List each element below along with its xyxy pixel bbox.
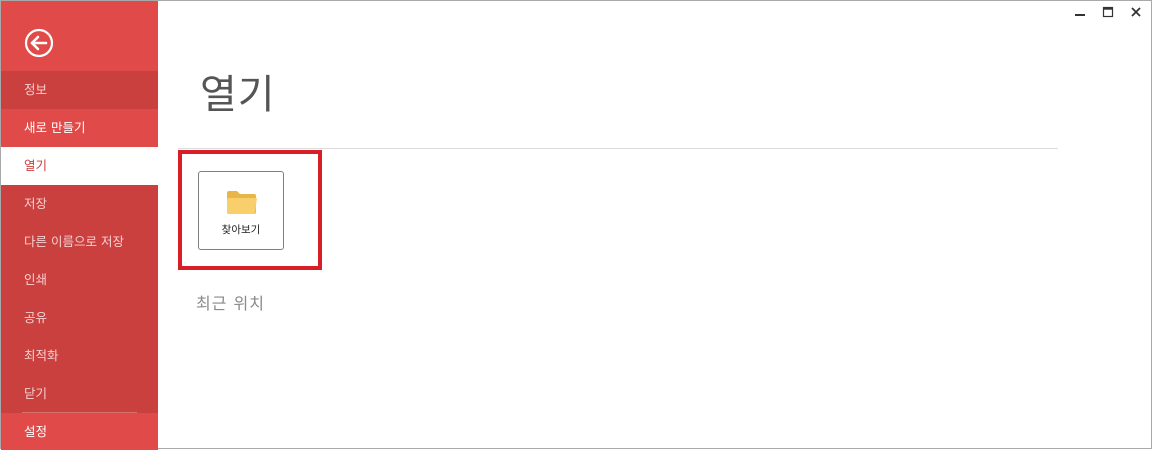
back-arrow-icon (24, 28, 54, 58)
menu-item-label: 정보 (24, 82, 48, 97)
menu-item-label: 열기 (24, 158, 48, 173)
folder-icon (227, 191, 257, 214)
menu-item-label: 다른 이름으로 저장 (24, 234, 124, 249)
menu-item-label: 새로 만들기 (24, 120, 86, 135)
divider (178, 148, 1058, 149)
menu-item-label: 닫기 (24, 386, 48, 401)
menu-item-label: 설정 (24, 424, 48, 439)
menu-item-optimize[interactable]: 최적화 (1, 337, 158, 375)
backstage-menu: 정보 새로 만들기 열기 저장 다른 이름으로 저장 인쇄 공유 최적화 닫기 (1, 71, 158, 413)
window-border (0, 0, 1152, 449)
maximize-icon (1102, 6, 1114, 18)
menu-item-label: 공유 (24, 310, 48, 325)
browse-label: 찾아보기 (221, 224, 261, 236)
menu-item-close[interactable]: 닫기 (1, 375, 158, 413)
close-window-button[interactable] (1128, 4, 1144, 20)
menu-item-label: 인쇄 (24, 272, 48, 287)
minimize-button[interactable] (1072, 4, 1088, 20)
menu-item-label: 저장 (24, 196, 48, 211)
page-title: 열기 (200, 72, 276, 118)
back-button[interactable] (24, 28, 54, 58)
menu-item-open[interactable]: 열기 (1, 147, 158, 185)
sidebar: 정보 새로 만들기 열기 저장 다른 이름으로 저장 인쇄 공유 최적화 닫기 … (1, 1, 158, 450)
menu-item-info[interactable]: 정보 (1, 71, 158, 109)
menu-item-save-as[interactable]: 다른 이름으로 저장 (1, 223, 158, 261)
menu-item-share[interactable]: 공유 (1, 299, 158, 337)
close-icon (1131, 7, 1141, 17)
menu-item-save[interactable]: 저장 (1, 185, 158, 223)
menu-item-label: 최적화 (24, 348, 59, 363)
maximize-button[interactable] (1100, 4, 1116, 20)
browse-button[interactable]: 찾아보기 (198, 171, 284, 250)
menu-item-settings[interactable]: 설정 (1, 413, 158, 450)
menu-item-print[interactable]: 인쇄 (1, 261, 158, 299)
sidebar-header (1, 1, 158, 71)
menu-item-new[interactable]: 새로 만들기 (1, 109, 158, 147)
minimize-icon (1075, 14, 1085, 16)
recent-locations-heading: 최근 위치 (196, 294, 265, 313)
